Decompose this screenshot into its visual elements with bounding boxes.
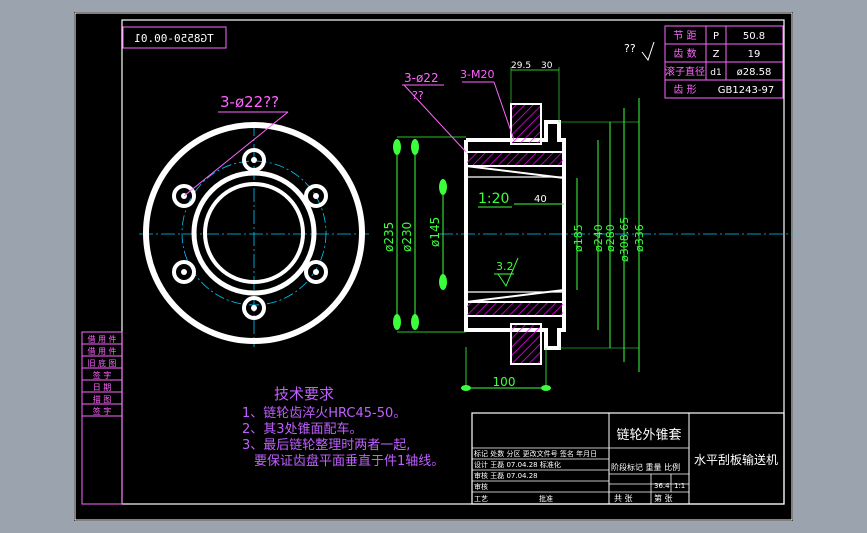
label-holes-q: ?? — [412, 89, 424, 102]
param-sym-2: Z — [713, 49, 720, 60]
dim-336: ø336 — [633, 224, 646, 252]
label-thread: 3-M20 — [460, 68, 494, 81]
tb-scale: 1:1 — [674, 482, 685, 490]
label-holes: 3-ø22 — [404, 71, 439, 85]
tb-sheets-total: 共 张 — [614, 494, 633, 503]
dim-29-5: 29.5 — [511, 61, 531, 71]
param-value-4: GB1243-97 — [718, 85, 774, 96]
left-stamp-column: 借 用 件 借 用 件 旧 底 图 签 字 日 期 描 图 签 字 — [81, 331, 123, 505]
stamp-4: 签 字 — [93, 370, 112, 380]
cad-viewport[interactable]: TG8550-00.01 3-ø22?? ø235 ø230 ø145 ø185… — [0, 0, 867, 533]
upper-hatch — [465, 151, 565, 167]
dim-185: ø185 — [572, 224, 585, 252]
section-view: ø235 ø230 ø145 ø185 ø240 ø280 ø308.65 ø3… — [382, 61, 793, 391]
dim-30: 30 — [541, 61, 553, 71]
tech-requirements: 技术要求 1、链轮齿淬火HRC45-50。 2、其3处锥面配车。 3、最后链轮整… — [242, 385, 444, 469]
tb-header-row: 标记 处数 分区 更改文件号 签名 年月日 — [474, 449, 597, 458]
lower-hatch — [465, 301, 565, 317]
taper-label: 1:20 — [478, 191, 509, 207]
roughness-note: ?? — [624, 42, 636, 55]
front-hole-callout: 3-ø22?? — [220, 93, 279, 111]
tech-req-line-4: 要保证齿盘平面垂直于件1轴线。 — [254, 453, 444, 469]
tb-row-design: 设计 王磊 07.04.28 标准化 — [474, 460, 561, 469]
front-view: 3-ø22?? — [139, 93, 369, 347]
stamp-7: 签 字 — [93, 406, 112, 416]
tb-row-process: 工艺 — [474, 495, 488, 503]
stamp-1: 借 用 件 — [87, 334, 116, 344]
part-name: 链轮外锥套 — [616, 427, 681, 443]
tooth-bottom — [510, 323, 542, 365]
param-value-3: ø28.58 — [737, 67, 772, 78]
assembly-name: 水平刮板输送机 — [694, 452, 778, 467]
tech-req-title: 技术要求 — [274, 385, 334, 403]
title-block: 链轮外锥套 水平刮板输送机 标记 处数 分区 更改文件号 签名 年月日 设计 王… — [471, 412, 785, 505]
param-label-3: 滚子直径 — [665, 65, 705, 78]
dim-308-65: ø308.65 — [618, 217, 631, 262]
tooth-top — [510, 103, 542, 145]
param-sym-3: d1 — [710, 68, 721, 78]
dim-145: ø145 — [428, 217, 442, 247]
tech-req-line-2: 2、其3处锥面配车。 — [242, 421, 363, 437]
tb-stage-header: 阶段标记 重量 比例 — [611, 462, 680, 472]
tb-weight: 36.4 — [654, 482, 670, 490]
param-label-2: 齿 数 — [673, 47, 696, 60]
tb-row-craft: 审核 — [474, 482, 488, 491]
drawing-canvas: TG8550-00.01 3-ø22?? ø235 ø230 ø145 ø185… — [74, 12, 793, 521]
dim-40: 40 — [534, 194, 547, 205]
stamp-5: 日 期 — [93, 383, 112, 392]
drawing-number: TG8550-00.01 — [134, 32, 213, 45]
tech-req-line-1: 1、链轮齿淬火HRC45-50。 — [242, 406, 406, 421]
param-label-4: 齿 形 — [673, 84, 696, 96]
param-label-1: 节 距 — [673, 30, 696, 42]
dim-235: ø235 — [382, 222, 396, 252]
stamp-2: 借 用 件 — [87, 346, 116, 356]
tb-row-approve: 批准 — [539, 494, 553, 503]
roughness-label: 3.2 — [496, 260, 514, 273]
tb-row-check: 审核 王磊 07.04.28 — [474, 471, 538, 480]
params-table: 节 距 P 50.8 齿 数 Z 19 滚子直径 d1 ø28.58 齿 形 G… — [664, 25, 784, 99]
dim-100: 100 — [493, 375, 516, 389]
tech-req-line-3: 3、最后链轮整理时两者一起, — [242, 438, 410, 453]
param-sym-1: P — [713, 31, 719, 42]
dim-280: ø280 — [604, 224, 617, 252]
dim-230: ø230 — [400, 222, 414, 252]
param-value-1: 50.8 — [743, 31, 765, 42]
stamp-6: 描 图 — [93, 394, 112, 404]
tb-sheet-no: 第 张 — [654, 493, 673, 503]
param-value-2: 19 — [748, 49, 761, 60]
stamp-3: 旧 底 图 — [87, 358, 116, 368]
drawing-sheet: TG8550-00.01 3-ø22?? ø235 ø230 ø145 ø185… — [74, 12, 793, 521]
